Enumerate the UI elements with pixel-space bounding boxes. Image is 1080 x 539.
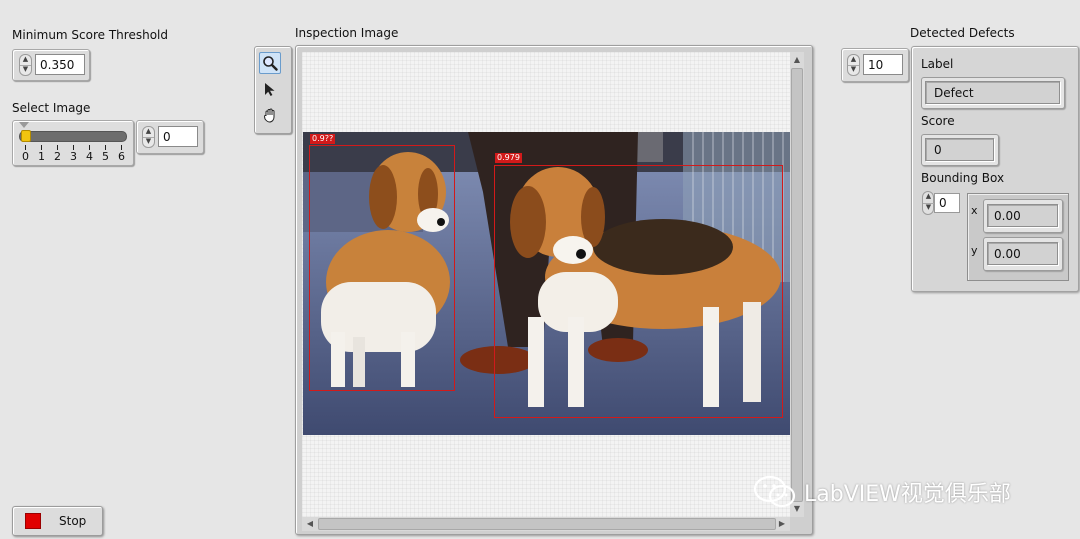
horizontal-scrollbar[interactable]: ◀ ▶ [302,517,790,531]
select-image-input[interactable] [158,126,198,147]
slider-pointer-icon[interactable] [19,122,29,128]
pointer-tool-button[interactable] [259,78,281,100]
detection-score: 0.979 [495,153,522,163]
bounding-box-caption: Bounding Box [921,171,1005,185]
horizontal-scroll-thumb[interactable] [318,518,776,530]
threshold-stepper[interactable]: ▲ ▼ [19,54,32,76]
x-caption: x [971,204,978,217]
vertical-scrollbar[interactable]: ▲ ▼ [790,52,804,517]
scroll-left-icon[interactable]: ◀ [304,518,316,530]
detection-box: 0.979 [494,153,783,418]
slider-tick-label: 2 [54,150,61,163]
image-canvas[interactable]: 0.9?? 0.979 [302,52,790,517]
select-image-numeric: ▲ ▼ [136,120,204,154]
slider-tick-label: 5 [102,150,109,163]
image-tool-palette [254,46,292,134]
slider-tick-label: 0 [22,150,29,163]
slider-tick-label: 3 [70,150,77,163]
scroll-right-icon[interactable]: ▶ [776,518,788,530]
slider-tick-label: 4 [86,150,93,163]
arrow-down-icon[interactable]: ▼ [143,137,154,147]
stop-led-icon [25,513,41,529]
detection-box: 0.9?? [309,134,455,391]
arrow-down-icon[interactable]: ▼ [20,65,31,75]
threshold-label: Minimum Score Threshold [12,28,168,42]
pan-tool-button[interactable] [259,104,281,126]
y-caption: y [971,244,978,257]
defect-index-input[interactable] [863,54,903,75]
select-image-slider[interactable]: 0123456 [12,120,134,166]
vertical-scroll-thumb[interactable] [791,68,803,502]
wechat-icon [753,475,796,508]
stop-button-label: Stop [59,514,87,528]
score-indicator-frame: 0 [921,134,999,166]
y-indicator: 0.00 [987,242,1058,265]
pointer-icon [265,83,275,96]
hand-icon [264,108,275,123]
scroll-up-icon[interactable]: ▲ [791,54,803,66]
label-indicator: Defect [925,81,1060,104]
inspection-image-display[interactable]: 0.9?? 0.979 ▲ ▼ ◀ ▶ [295,45,813,535]
arrow-down-icon[interactable]: ▼ [923,203,934,214]
y-indicator-frame: 0.00 [983,237,1063,271]
x-indicator-frame: 0.00 [983,199,1063,233]
slider-track[interactable] [19,131,127,142]
score-indicator: 0 [925,138,994,161]
threshold-control: ▲ ▼ [12,49,90,81]
slider-tick-label: 1 [38,150,45,163]
detected-defects-label: Detected Defects [910,26,1015,40]
slider-scale: 0123456 [13,145,133,163]
detection-score: 0.9?? [310,134,336,144]
defect-index-stepper[interactable]: ▲ ▼ [847,54,860,76]
slider-thumb[interactable] [21,130,31,142]
score-caption: Score [921,114,955,128]
zoom-tool-button[interactable] [259,52,281,74]
watermark: LabVIEW视觉俱乐部 [752,472,1011,512]
magnifier-icon [263,56,278,71]
arrow-down-icon[interactable]: ▼ [848,65,859,75]
defect-index-control: ▲ ▼ [841,48,909,82]
select-image-stepper[interactable]: ▲ ▼ [142,126,155,148]
slider-tick-label: 6 [118,150,125,163]
detected-defects-cluster: Label Defect Score 0 Bounding Box ▲ ▼ 0 … [911,46,1079,292]
label-caption: Label [921,57,954,71]
stop-button[interactable]: Stop [12,506,103,536]
watermark-text: LabVIEW视觉俱乐部 [804,482,1011,507]
inspection-image-label: Inspection Image [295,26,399,40]
select-image-label: Select Image [12,101,91,115]
bbox-index-stepper[interactable]: ▲ ▼ [922,191,934,215]
bbox-element-cluster: x 0.00 y 0.00 [967,193,1069,281]
x-indicator: 0.00 [987,204,1058,227]
label-indicator-frame: Defect [921,77,1065,109]
threshold-input[interactable] [35,54,85,75]
bbox-index-input[interactable]: 0 [934,193,960,213]
